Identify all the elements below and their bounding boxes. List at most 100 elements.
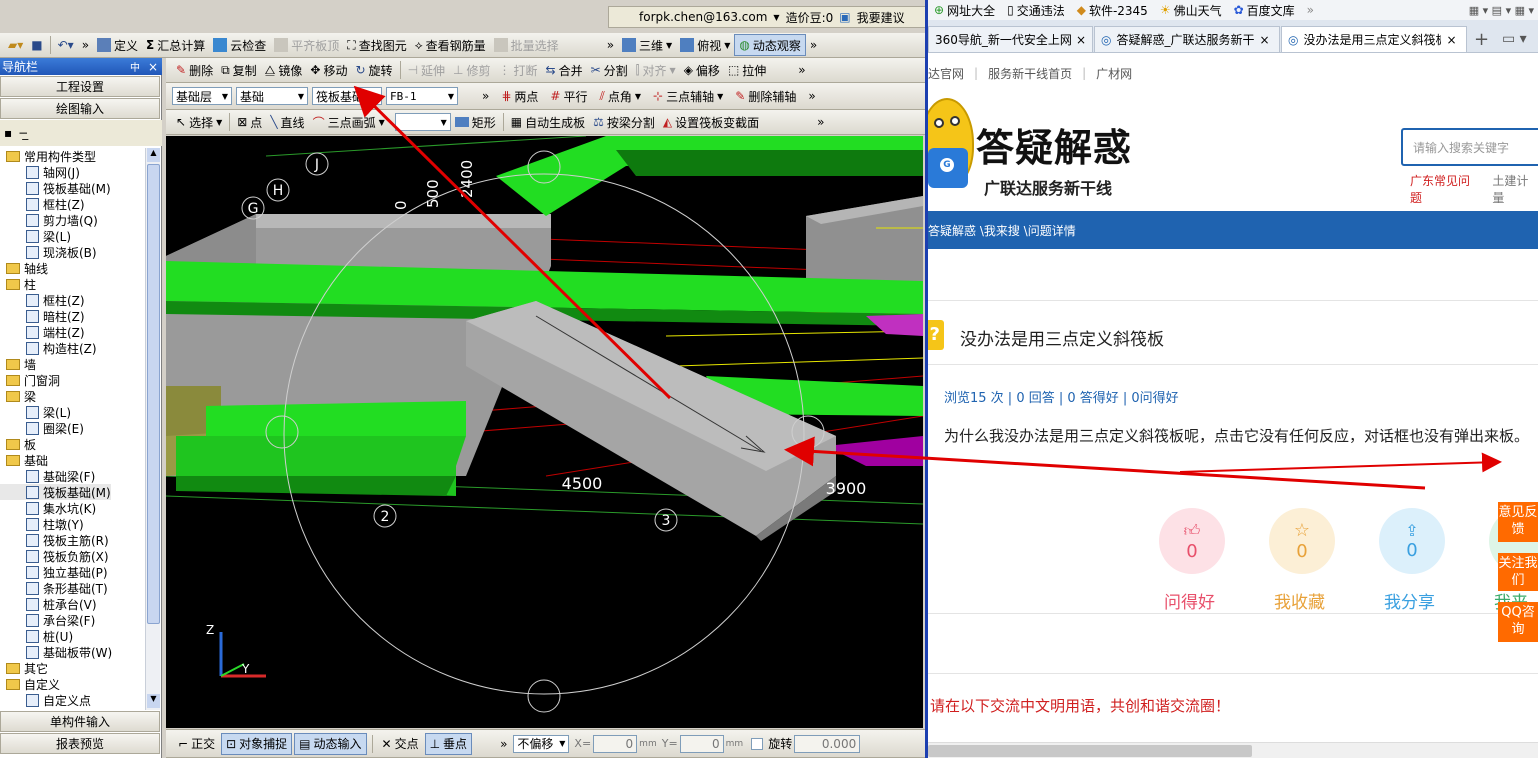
viewport-canvas[interactable]: J H G 2 3 4500 3900 500 2400 0 Z Y xyxy=(166,136,923,728)
more-icon-5[interactable]: » xyxy=(478,85,493,107)
layer-select[interactable]: 基础层 ▼ xyxy=(172,87,232,105)
align-button[interactable]: ⫿ 对齐 ▼ xyxy=(632,59,680,81)
breadcrumb[interactable]: 答疑解惑 \我来搜 \问题详情 xyxy=(928,222,1076,239)
tree-folder[interactable]: 板 xyxy=(0,436,36,452)
close-icon[interactable]: × xyxy=(148,60,158,74)
point-angle-button[interactable]: ⫽ 点角 ▼ xyxy=(596,85,646,107)
new-tab-icon[interactable]: + xyxy=(1474,29,1489,50)
arc-button[interactable]: ⌒ 三点画弧 ▼ xyxy=(309,111,389,133)
dyn-input-toggle[interactable]: ▤ 动态输入 xyxy=(294,732,367,755)
tree-item[interactable]: 圈梁(E) xyxy=(0,420,84,436)
dynamic-view-button[interactable]: ◍ 动态观察 xyxy=(734,34,806,56)
h-scroll-thumb[interactable] xyxy=(928,745,1252,757)
split-button[interactable]: ✂ 分割 xyxy=(587,59,632,81)
fav-item[interactable]: ▯ 交通违法 xyxy=(1007,2,1065,19)
three-d-button[interactable]: 三维 ▼ xyxy=(618,34,676,56)
account-email[interactable]: forpk.chen@163.com xyxy=(639,10,767,24)
three-point-aux-button[interactable]: ⊹ 三点辅轴 ▼ xyxy=(649,85,727,107)
more-icon-6[interactable]: » xyxy=(804,85,819,107)
suggest-link[interactable]: 我要建议 xyxy=(857,9,905,26)
tree-item[interactable]: 基础板带(W) xyxy=(0,644,112,660)
tree-folder[interactable]: 柱 xyxy=(0,276,36,292)
tab-close-icon[interactable]: × xyxy=(1446,33,1456,47)
extend-button[interactable]: ⊣ 延伸 xyxy=(404,59,449,81)
more-icon-3[interactable]: » xyxy=(806,34,821,56)
horizontal-scrollbar[interactable] xyxy=(928,742,1538,758)
tree-item[interactable]: 条形基础(T) xyxy=(0,580,108,596)
sum-calc-button[interactable]: Σ 汇总计算 xyxy=(142,34,209,56)
line-button[interactable]: ╲ 直线 xyxy=(266,111,308,133)
drawing-input-button[interactable]: 绘图输入 xyxy=(0,98,160,119)
trim-button[interactable]: ⊥ 修剪 xyxy=(449,59,494,81)
view-rebar-button[interactable]: ⟡ 查看钢筋量 xyxy=(411,34,490,56)
mirror-button[interactable]: ⧋ 镜像 xyxy=(261,59,307,81)
offset-mode-select[interactable]: 不偏移 ▼ xyxy=(513,734,570,753)
type-select[interactable]: 筏板基础 ▼ xyxy=(312,87,382,105)
select-button[interactable]: ↖ 选择 ▼ xyxy=(172,111,226,133)
break-button[interactable]: ⋮ 打断 xyxy=(495,59,542,81)
tree-item[interactable]: 桩(U) xyxy=(0,628,73,644)
tree-scrollbar[interactable]: ▲ ▼ xyxy=(145,148,160,710)
tree-item[interactable]: 构造柱(Z) xyxy=(0,340,97,356)
define-button[interactable]: 定义 xyxy=(93,34,142,56)
tab-close-icon[interactable]: × xyxy=(1076,33,1086,47)
site-nav-link[interactable]: 服务新干线首页 xyxy=(988,65,1072,82)
rotate-button[interactable]: ↻ 旋转 xyxy=(351,59,396,81)
tree-item[interactable]: 基础梁(F) xyxy=(0,468,95,484)
share-action[interactable]: ⇪ 0 xyxy=(1379,508,1445,574)
more-favorites-icon[interactable]: » xyxy=(1307,3,1314,17)
tree-item[interactable]: 自定义点 xyxy=(0,692,91,708)
merge-button[interactable]: ⇆ 合并 xyxy=(542,59,587,81)
tree-item[interactable]: 梁(L) xyxy=(0,404,71,420)
feedback-tag[interactable]: 意见反馈 xyxy=(1498,502,1538,542)
like-label[interactable]: 问得好 xyxy=(1164,588,1215,613)
site-nav-link[interactable]: 达官网 xyxy=(928,65,964,82)
like-action[interactable]: 👍︎ 0 xyxy=(1159,508,1225,574)
find-element-button[interactable]: ⛶ 查找图元 xyxy=(343,34,410,56)
tree-folder[interactable]: 常用构件类型 xyxy=(0,148,96,164)
ortho-toggle[interactable]: ⌐ 正交 xyxy=(174,733,219,755)
auto-gen-button[interactable]: ▦ 自动生成板 xyxy=(507,111,589,133)
point-button[interactable]: ⊠ 点 xyxy=(233,111,266,133)
category-select[interactable]: 基础 ▼ xyxy=(236,87,308,105)
delete-button[interactable]: ✎ 删除 xyxy=(172,59,217,81)
single-input-button[interactable]: 单构件输入 xyxy=(0,711,160,732)
tree-item[interactable]: 柱墩(Y) xyxy=(0,516,84,532)
tree-item[interactable]: 独立基础(P) xyxy=(0,564,108,580)
tree-folder[interactable]: 其它 xyxy=(0,660,48,676)
browser-tab[interactable]: 360导航_新一代安全上网导航× xyxy=(928,26,1093,52)
arc-option-select[interactable]: ▼ xyxy=(394,113,451,131)
perp-toggle[interactable]: ⊥ 垂点 xyxy=(424,732,473,755)
search-input[interactable]: 请输入搜索关键字 xyxy=(1413,139,1509,156)
tree-item[interactable]: 承台梁(F) xyxy=(0,612,95,628)
favorite-label[interactable]: 我收藏 xyxy=(1274,588,1325,613)
project-settings-button[interactable]: 工程设置 xyxy=(0,76,160,97)
x-input[interactable]: 0 xyxy=(593,734,638,753)
tree-folder[interactable]: 梁 xyxy=(0,388,36,404)
tree-folder[interactable]: 轴线 xyxy=(0,260,48,276)
favorite-action[interactable]: ☆ 0 xyxy=(1269,508,1335,574)
save-icon[interactable]: ■ xyxy=(27,34,46,56)
batch-select-button[interactable]: 批量选择 xyxy=(490,34,563,56)
cloud-check-button[interactable]: 云检查 xyxy=(209,34,270,56)
qq-tag[interactable]: QQ咨询 xyxy=(1498,602,1538,642)
rotate-input[interactable]: 0.000 xyxy=(794,734,861,753)
site-nav-link[interactable]: 广材网 xyxy=(1096,65,1132,82)
share-label[interactable]: 我分享 xyxy=(1384,588,1435,613)
scroll-thumb[interactable] xyxy=(147,164,160,624)
tree-item[interactable]: 暗柱(Z) xyxy=(0,308,85,324)
tree-folder[interactable]: 基础 xyxy=(0,452,48,468)
report-preview-button[interactable]: 报表预览 xyxy=(0,733,160,754)
fav-item[interactable]: ◆ 软件-2345 xyxy=(1077,2,1148,19)
tree-folder[interactable]: 自定义 xyxy=(0,676,60,692)
tree-item[interactable]: 集水坑(K) xyxy=(0,500,96,516)
tree-item[interactable]: 筏板基础(M) xyxy=(0,484,111,500)
toolbar-icons[interactable]: ▦ ▾ ▤ ▾ ▦ ▾ xyxy=(1469,4,1534,17)
browser-tab-active[interactable]: ◎ 没办法是用三点定义斜筏板 × xyxy=(1281,26,1467,52)
delete-aux-button[interactable]: ✎ 删除辅轴 xyxy=(731,85,800,107)
more-icon-4[interactable]: » xyxy=(794,59,809,81)
tree-item[interactable]: 端柱(Z) xyxy=(0,324,85,340)
browser-tab[interactable]: ◎ 答疑解惑_广联达服务新干线 × xyxy=(1094,26,1280,52)
tab-close-icon[interactable]: × xyxy=(1259,33,1269,47)
pin-icon[interactable]: 中 xyxy=(130,59,140,74)
